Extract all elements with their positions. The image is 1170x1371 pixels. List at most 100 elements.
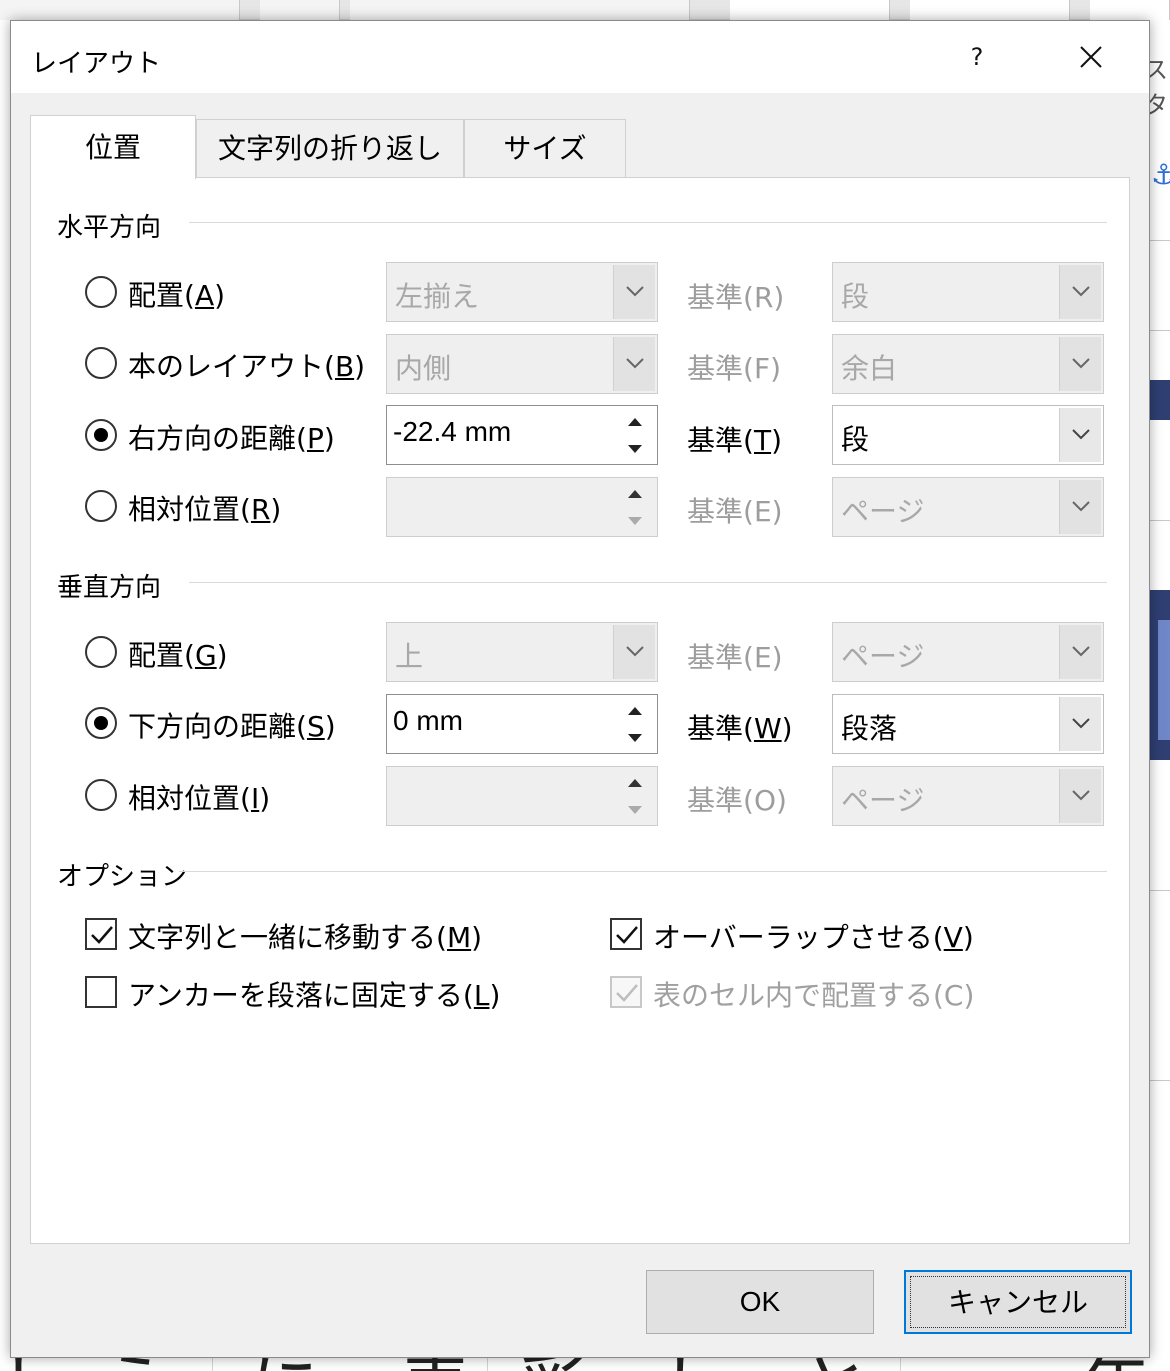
dropdown-button[interactable]	[613, 337, 655, 391]
horizontal-relative-to-select[interactable]: ページ	[832, 477, 1104, 537]
checkbox-label: オーバーラップさせる(V)	[653, 921, 974, 954]
radio-absolute-position-horizontal[interactable]: 右方向の距離(P)	[85, 417, 385, 457]
vertical-alignment-relative-select[interactable]: ページ	[832, 622, 1104, 682]
horizontal-relative-input[interactable]	[386, 477, 658, 537]
dropdown-button[interactable]	[1059, 769, 1101, 823]
layout-dialog: レイアウト ? 位置 文字列の折り返し サイズ 水平方向 配置(A) 左揃え 基…	[10, 20, 1150, 1358]
grid-line	[1150, 890, 1170, 891]
grid-line	[1150, 1080, 1170, 1081]
horizontal-alignment-select[interactable]: 左揃え	[386, 262, 658, 322]
tab-position[interactable]: 位置	[30, 115, 196, 179]
spin-down-button[interactable]	[615, 435, 655, 462]
close-button[interactable]	[1061, 35, 1121, 79]
dropdown-button[interactable]	[613, 625, 655, 679]
radio-relative-position-horizontal[interactable]: 相対位置(R)	[85, 488, 385, 528]
radio-label: 配置(A)	[128, 279, 226, 312]
dropdown-button[interactable]	[1059, 408, 1101, 462]
checkbox-lock-anchor[interactable]: アンカーを段落に固定する(L)	[85, 974, 505, 1014]
ruler-segment	[1090, 0, 1170, 20]
book-layout-relative-select[interactable]: 余白	[832, 334, 1104, 394]
horizontal-distance-relative-select[interactable]: 段	[832, 405, 1104, 465]
checkbox-label: アンカーを段落に固定する(L)	[128, 979, 501, 1012]
horizontal-alignment-relative-select[interactable]: 段	[832, 262, 1104, 322]
relative-to-label: 基準(O)	[687, 784, 787, 817]
vertical-relative-to-select[interactable]: ページ	[832, 766, 1104, 826]
book-layout-select[interactable]: 内側	[386, 334, 658, 394]
checkbox[interactable]	[610, 918, 642, 950]
radio-button[interactable]	[85, 707, 117, 739]
radio-button[interactable]	[85, 419, 117, 451]
checkbox[interactable]	[85, 918, 117, 950]
relative-to-label: 基準(E)	[687, 495, 783, 528]
ok-button[interactable]: OK	[646, 1270, 874, 1334]
horizontal-distance-input[interactable]: -22.4 mm	[386, 405, 658, 465]
radio-button[interactable]	[85, 779, 117, 811]
spin-up-button[interactable]	[615, 769, 655, 796]
ruler	[0, 0, 1170, 20]
spin-up-button[interactable]	[615, 480, 655, 507]
shape-fragment	[1150, 380, 1170, 420]
select-value: 上	[395, 640, 424, 673]
spin-up-button[interactable]	[615, 697, 655, 724]
close-icon	[1080, 46, 1102, 68]
radio-relative-position-vertical[interactable]: 相対位置(I)	[85, 777, 385, 817]
tab-size[interactable]: サイズ	[464, 119, 626, 177]
triangle-down-icon	[628, 445, 642, 453]
ruler-segment	[260, 0, 340, 20]
chevron-down-icon	[1072, 429, 1090, 440]
grid-line	[1150, 330, 1170, 331]
checkbox-layout-in-table-cell[interactable]: 表のセル内で配置する(C)	[610, 974, 990, 1014]
dropdown-button[interactable]	[1059, 625, 1101, 679]
radio-label: 本のレイアウト(B)	[128, 350, 366, 383]
triangle-up-icon	[628, 418, 642, 426]
ruler-segment	[730, 0, 890, 20]
select-value: 内側	[395, 352, 452, 385]
dropdown-button[interactable]	[1059, 697, 1101, 751]
radio-button[interactable]	[85, 490, 117, 522]
vertical-alignment-select[interactable]: 上	[386, 622, 658, 682]
relative-to-label: 基準(W)	[687, 712, 793, 745]
select-value: 段	[841, 423, 870, 456]
dropdown-button[interactable]	[613, 265, 655, 319]
dropdown-button[interactable]	[1059, 337, 1101, 391]
chevron-down-icon	[1072, 286, 1090, 297]
section-divider	[189, 582, 1107, 583]
checkbox-move-with-text[interactable]: 文字列と一緒に移動する(M)	[85, 916, 505, 956]
vertical-distance-relative-select[interactable]: 段落	[832, 694, 1104, 754]
spin-down-button[interactable]	[615, 724, 655, 751]
cancel-button[interactable]: キャンセル	[904, 1270, 1132, 1334]
ok-button-label: OK	[739, 1286, 781, 1317]
help-button[interactable]: ?	[947, 35, 1007, 79]
radio-horizontal-alignment[interactable]: 配置(A)	[85, 274, 385, 314]
spin-down-button[interactable]	[615, 796, 655, 823]
radio-button[interactable]	[85, 276, 117, 308]
relative-to-label: 基準(E)	[687, 641, 783, 674]
checkbox[interactable]	[610, 976, 642, 1008]
checkbox-allow-overlap[interactable]: オーバーラップさせる(V)	[610, 916, 974, 956]
radio-label: 相対位置(I)	[128, 782, 271, 815]
radio-book-layout[interactable]: 本のレイアウト(B)	[85, 345, 385, 385]
spinner	[615, 408, 655, 462]
vertical-relative-input[interactable]	[386, 766, 658, 826]
dropdown-button[interactable]	[1059, 265, 1101, 319]
input-value: -22.4 mm	[393, 416, 512, 447]
checkbox-label: 表のセル内で配置する(C)	[653, 979, 975, 1012]
radio-button[interactable]	[85, 347, 117, 379]
checkbox[interactable]	[85, 976, 117, 1008]
spin-up-button[interactable]	[615, 408, 655, 435]
dropdown-button[interactable]	[1059, 480, 1101, 534]
spin-down-button[interactable]	[615, 507, 655, 534]
radio-button[interactable]	[85, 636, 117, 668]
title-bar: レイアウト ?	[11, 21, 1149, 93]
select-value: ページ	[841, 640, 925, 673]
chevron-down-icon	[1072, 718, 1090, 729]
tab-text-wrapping[interactable]: 文字列の折り返し	[196, 119, 464, 177]
relative-to-label: 基準(R)	[687, 281, 785, 314]
radio-label: 下方向の距離(S)	[128, 710, 336, 743]
vertical-distance-input[interactable]: 0 mm	[386, 694, 658, 754]
radio-absolute-position-vertical[interactable]: 下方向の距離(S)	[85, 705, 385, 745]
checkmark-icon	[91, 926, 113, 944]
radio-vertical-alignment[interactable]: 配置(G)	[85, 634, 385, 674]
chevron-down-icon	[626, 286, 644, 297]
chevron-down-icon	[626, 646, 644, 657]
